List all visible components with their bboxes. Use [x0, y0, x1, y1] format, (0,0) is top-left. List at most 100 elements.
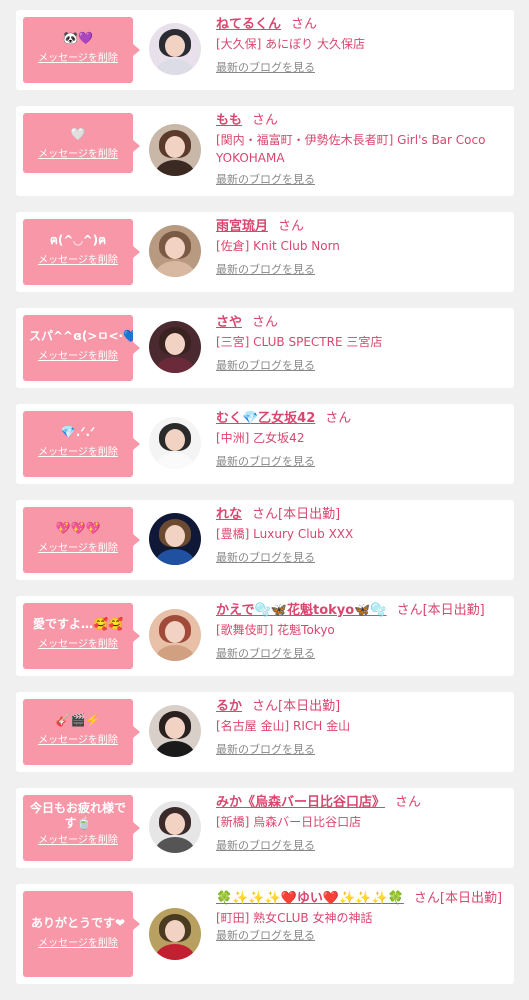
name-suffix: さん: [252, 113, 279, 128]
cast-name-link[interactable]: 雨宮琉月: [216, 219, 268, 234]
message-text: 🤍: [70, 127, 86, 141]
card-info: 雨宮琉月 さん [佐倉] Knit Club Norn 最新のブログを見る: [216, 218, 504, 277]
name-suffix: さん[本日出勤]: [252, 507, 341, 522]
latest-blog-link[interactable]: 最新のブログを見る: [216, 647, 504, 661]
message-list: 🐼💜 メッセージを削除 ねてるくん さん [大久保] あにぼり 大久保店 最新のブ…: [0, 0, 529, 984]
message-text: スパ^^ɞ(>ㅁ<·💙: [29, 329, 133, 343]
cast-name-link[interactable]: さや: [216, 315, 242, 330]
avatar[interactable]: [149, 417, 201, 469]
latest-blog-link[interactable]: 最新のブログを見る: [216, 929, 504, 943]
message-text: 今日もお疲れ様です🍵: [29, 801, 126, 830]
message-card: 💖💖💖 メッセージを削除 れな さん[本日出勤] [豊橋] Luxury Club…: [16, 500, 514, 580]
card-info: ねてるくん さん [大久保] あにぼり 大久保店 最新のブログを見る: [216, 16, 504, 75]
delete-message-link[interactable]: メッセージを削除: [23, 447, 133, 459]
cast-name-link[interactable]: れな: [216, 507, 242, 522]
message-bubble: 💎.ᐟ.ᐟ メッセージを削除: [23, 411, 140, 477]
message-card: 今日もお疲れ様です🍵 メッセージを削除 みか《烏森バー日比谷口店》 さん [新橋]…: [16, 788, 514, 868]
cast-name-link[interactable]: 🍀✨✨✨❤️ゆい❤️✨✨✨🍀: [216, 891, 404, 906]
message-bubble: ฅ(^◡︎^)ฅ メッセージを削除: [23, 219, 140, 285]
message-text: 💎.ᐟ.ᐟ: [60, 425, 96, 439]
shop-name: [佐倉] Knit Club Norn: [216, 239, 340, 253]
cast-name-link[interactable]: ねてるくん: [216, 17, 281, 32]
shop-name: [大久保] あにぼり 大久保店: [216, 37, 365, 51]
cast-name-link[interactable]: もも: [216, 113, 242, 128]
latest-blog-link[interactable]: 最新のブログを見る: [216, 743, 504, 757]
message-bubble: スパ^^ɞ(>ㅁ<·💙 メッセージを削除: [23, 315, 140, 381]
message-card: 🐼💜 メッセージを削除 ねてるくん さん [大久保] あにぼり 大久保店 最新のブ…: [16, 10, 514, 90]
name-suffix: さん: [252, 315, 279, 330]
shop-name: [新橋] 烏森バー日比谷口店: [216, 815, 362, 829]
shop-name: [中洲] 乙女坂42: [216, 431, 305, 445]
shop-name: [名古屋 金山] RICH 金山: [216, 719, 351, 733]
card-info: さや さん [三宮] CLUB SPECTRE 三宮店 最新のブログを見る: [216, 314, 504, 373]
card-info: かえで🫧🦋花魁tokyo🦋🫧 さん[本日出勤] [歌舞伎町] 花魁Tokyo 最新…: [216, 602, 504, 661]
card-info: むく💎乙女坂42 さん [中洲] 乙女坂42 最新のブログを見る: [216, 410, 504, 469]
avatar[interactable]: [149, 23, 201, 75]
message-card: スパ^^ɞ(>ㅁ<·💙 メッセージを削除 さや さん [三宮] CLUB SPEC…: [16, 308, 514, 388]
avatar[interactable]: [149, 225, 201, 277]
latest-blog-link[interactable]: 最新のブログを見る: [216, 359, 504, 373]
delete-message-link[interactable]: メッセージを削除: [23, 835, 133, 847]
message-bubble: ありがとうです❤︎ メッセージを削除: [23, 891, 140, 977]
latest-blog-link[interactable]: 最新のブログを見る: [216, 263, 504, 277]
message-bubble: 🐼💜 メッセージを削除: [23, 17, 140, 83]
message-card: ฅ(^◡︎^)ฅ メッセージを削除 雨宮琉月 さん [佐倉] Knit Club …: [16, 212, 514, 292]
message-bubble: 今日もお疲れ様です🍵 メッセージを削除: [23, 795, 140, 861]
message-text: 🎸🎬⚡️: [55, 713, 101, 727]
message-text: ありがとうです❤︎: [30, 916, 126, 930]
delete-message-link[interactable]: メッセージを削除: [23, 639, 133, 651]
message-bubble: 🎸🎬⚡️ メッセージを削除: [23, 699, 140, 765]
name-suffix: さん: [278, 219, 305, 234]
delete-message-link[interactable]: メッセージを削除: [23, 53, 133, 65]
delete-message-link[interactable]: メッセージを削除: [23, 938, 133, 950]
message-card: 💎.ᐟ.ᐟ メッセージを削除 むく💎乙女坂42 さん [中洲] 乙女坂42 最新の…: [16, 404, 514, 484]
name-suffix: さん[本日出勤]: [252, 699, 341, 714]
name-suffix: さん[本日出勤]: [396, 603, 485, 618]
delete-message-link[interactable]: メッセージを削除: [23, 735, 133, 747]
message-bubble: 💖💖💖 メッセージを削除: [23, 507, 140, 573]
latest-blog-link[interactable]: 最新のブログを見る: [216, 839, 504, 853]
card-info: もも さん [関内・福富町・伊勢佐木長者町] Girl's Bar Coco YO…: [216, 112, 504, 187]
name-suffix: さん: [291, 17, 318, 32]
name-suffix: さん[本日出勤]: [413, 891, 503, 906]
avatar[interactable]: [149, 801, 201, 853]
shop-name: [歌舞伎町] 花魁Tokyo: [216, 623, 335, 637]
message-text: 愛ですよ…🥰🥰: [33, 617, 123, 631]
delete-message-link[interactable]: メッセージを削除: [23, 149, 133, 161]
name-suffix: さん: [325, 411, 352, 426]
avatar[interactable]: [149, 321, 201, 373]
message-card: 🎸🎬⚡️ メッセージを削除 るか さん[本日出勤] [名古屋 金山] RICH 金…: [16, 692, 514, 772]
cast-name-link[interactable]: るか: [216, 699, 242, 714]
shop-name: [関内・福富町・伊勢佐木長者町] Girl's Bar Coco YOKOHAM…: [216, 133, 486, 165]
latest-blog-link[interactable]: 最新のブログを見る: [216, 551, 504, 565]
message-card: ありがとうです❤︎ メッセージを削除 🍀✨✨✨❤️ゆい❤️✨✨✨🍀 さん[本日出勤…: [16, 884, 514, 984]
message-card: 🤍 メッセージを削除 もも さん [関内・福富町・伊勢佐木長者町] Girl's …: [16, 106, 514, 196]
avatar[interactable]: [149, 609, 201, 661]
latest-blog-link[interactable]: 最新のブログを見る: [216, 61, 504, 75]
message-text: 🐼💜: [63, 31, 93, 45]
avatar[interactable]: [149, 124, 201, 176]
avatar[interactable]: [149, 908, 201, 960]
delete-message-link[interactable]: メッセージを削除: [23, 255, 133, 267]
card-info: みか《烏森バー日比谷口店》 さん [新橋] 烏森バー日比谷口店 最新のブログを見る: [216, 794, 504, 853]
card-info: れな さん[本日出勤] [豊橋] Luxury Club XXX 最新のブログを見…: [216, 506, 504, 565]
shop-name: [三宮] CLUB SPECTRE 三宮店: [216, 335, 383, 349]
card-info: るか さん[本日出勤] [名古屋 金山] RICH 金山 最新のブログを見る: [216, 698, 504, 757]
card-info: 🍀✨✨✨❤️ゆい❤️✨✨✨🍀 さん[本日出勤] [町田] 熟女CLUB 女神の神話…: [216, 890, 504, 943]
cast-name-link[interactable]: みか《烏森バー日比谷口店》: [216, 795, 385, 810]
message-text: ฅ(^◡︎^)ฅ: [49, 233, 107, 247]
latest-blog-link[interactable]: 最新のブログを見る: [216, 173, 504, 187]
name-suffix: さん: [395, 795, 422, 810]
avatar[interactable]: [149, 513, 201, 565]
delete-message-link[interactable]: メッセージを削除: [23, 351, 133, 363]
avatar[interactable]: [149, 705, 201, 757]
latest-blog-link[interactable]: 最新のブログを見る: [216, 455, 504, 469]
cast-name-link[interactable]: むく💎乙女坂42: [216, 411, 315, 426]
message-bubble: 愛ですよ…🥰🥰 メッセージを削除: [23, 603, 140, 669]
shop-name: [町田] 熟女CLUB 女神の神話: [216, 911, 373, 925]
message-bubble: 🤍 メッセージを削除: [23, 113, 140, 173]
cast-name-link[interactable]: かえで🫧🦋花魁tokyo🦋🫧: [216, 603, 387, 618]
shop-name: [豊橋] Luxury Club XXX: [216, 527, 354, 541]
delete-message-link[interactable]: メッセージを削除: [23, 543, 133, 555]
message-text: 💖💖💖: [55, 521, 101, 535]
